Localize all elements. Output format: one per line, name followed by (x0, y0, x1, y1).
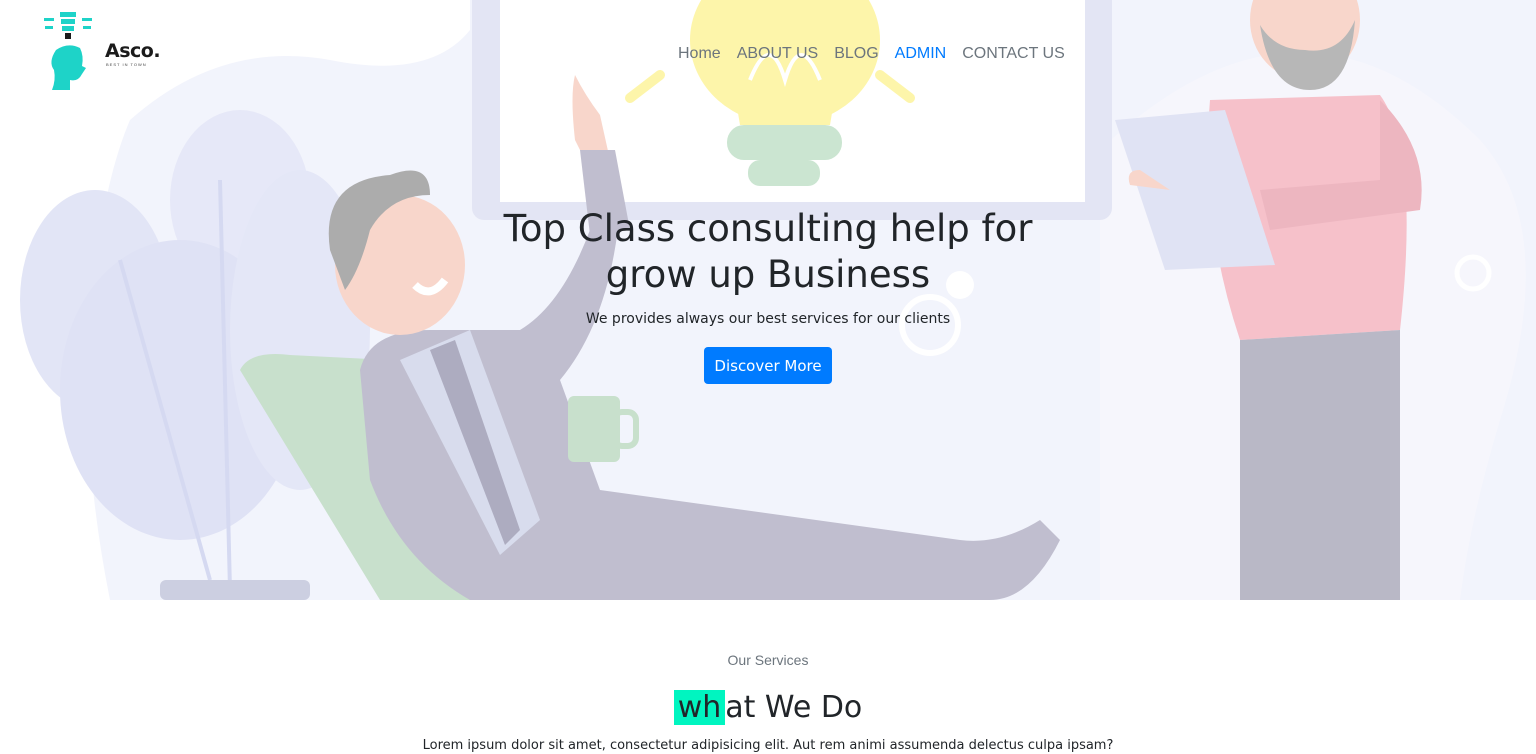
services-label: Our Services (727, 652, 809, 668)
services-title-highlight: wh (673, 690, 726, 725)
services-title: wh at We Do (0, 686, 1536, 730)
main-nav: Home ABOUT US BLOG ADMIN CONTACT US (678, 44, 1073, 64)
hero-title-line2: grow up Business (605, 253, 931, 296)
hero-title-line1: Top Class consulting help for (503, 207, 1033, 250)
lightbulb-head-logo-icon (44, 12, 92, 90)
hero-title: Top Class consulting help for grow up Bu… (468, 206, 1068, 298)
nav-blog[interactable]: BLOG (826, 44, 886, 64)
brand-tagline: BEST IN TOWN (106, 62, 147, 67)
brand-logo[interactable]: Asco. BEST IN TOWN (40, 10, 170, 100)
nav-about-us[interactable]: ABOUT US (729, 44, 827, 64)
brand-name: Asco. (105, 40, 161, 62)
nav-home[interactable]: Home (678, 44, 729, 64)
services-title-rest: at We Do (725, 690, 863, 725)
hero-section: Asco. BEST IN TOWN Home ABOUT US BLOG AD… (0, 0, 1536, 600)
hero-illustration (0, 0, 1536, 600)
hero-subtitle: We provides always our best services for… (585, 311, 951, 327)
discover-more-button[interactable]: Discover More (704, 347, 832, 384)
nav-admin[interactable]: ADMIN (887, 44, 955, 64)
services-description: Lorem ipsum dolor sit amet, consectetur … (422, 738, 1114, 753)
nav-contact-us[interactable]: CONTACT US (954, 44, 1073, 64)
